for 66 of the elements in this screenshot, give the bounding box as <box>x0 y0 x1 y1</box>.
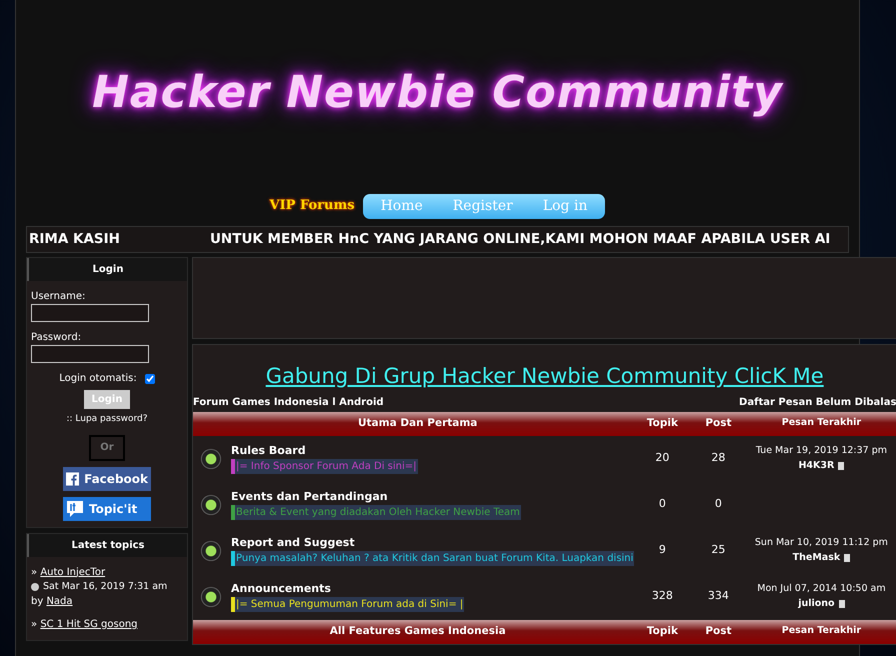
forum-title[interactable]: Announcements <box>231 580 464 598</box>
site-logo: Hacker Newbie Community <box>92 66 783 120</box>
vip-forums-link[interactable]: VIP Forums <box>270 196 355 216</box>
f-logo-icon <box>66 470 80 488</box>
document-icon[interactable] <box>844 554 850 562</box>
topic-count: 9 <box>658 543 666 556</box>
marquee-text: UNTUK MEMBER HnC YANG JARANG ONLINE,KAMI MOHON MAAF APABILA USER AI <box>210 230 830 250</box>
column-header: Post <box>705 624 732 637</box>
last-post-date: Mon Jul 07, 2014 10:50 am <box>756 582 887 596</box>
forum-description: Berita & Event yang diadakan Oleh Hacker Newbie Team <box>231 505 521 520</box>
speech-bubble-icon <box>66 500 84 518</box>
status-icon <box>201 540 221 560</box>
last-post-author[interactable]: H4K3R <box>798 458 834 473</box>
unanswered-link[interactable]: Daftar Pesan Belum Dibalas <box>739 394 896 410</box>
status-icon <box>201 448 221 468</box>
checkbox-label: Login otomatis: <box>59 372 137 386</box>
last-post-date: Sun Mar 10, 2019 11:12 pm <box>754 536 889 550</box>
or-divider-label: Or <box>89 434 125 460</box>
topic-count: 20 <box>655 451 670 464</box>
post-count: 334 <box>708 589 729 602</box>
topicit-button[interactable]: Topic'it <box>63 496 151 520</box>
column-header: Post <box>705 416 732 429</box>
panel-title: Latest topics <box>27 534 187 556</box>
field-label: Password: <box>31 331 82 345</box>
post-count: 28 <box>711 451 726 464</box>
bullet-mark: » <box>31 566 38 578</box>
topic-count: 0 <box>658 497 666 510</box>
topic-link[interactable]: SC 1 Hit SG gosong <box>40 618 138 630</box>
column-header: Pesan Terakhir <box>782 417 862 428</box>
column-header: Pesan Terakhir <box>782 625 862 636</box>
bullet-mark: » <box>31 618 38 630</box>
last-post-author[interactable]: TheMask <box>792 550 840 565</box>
author-link[interactable]: Nada <box>46 596 73 607</box>
remember-checkbox[interactable] <box>144 374 155 384</box>
forum-description: |= Info Sponsor Forum Ada Di sini=| <box>231 459 418 474</box>
forum-description: Punya masalah? Keluhan ? ata Kritik dan Saran buat Forum Kita. Luapkan disini <box>231 551 634 566</box>
topic-link[interactable]: Auto InjecTor <box>40 566 106 578</box>
document-icon[interactable] <box>838 600 845 608</box>
field-label: Username: <box>31 290 86 304</box>
column-header: Topik <box>646 624 678 637</box>
topic-count: 328 <box>652 589 673 602</box>
forgot-password-link[interactable]: :: Lupa password? <box>31 413 183 426</box>
status-icon <box>201 494 221 514</box>
username-field[interactable] <box>31 304 149 322</box>
facebook-button[interactable]: Facebook <box>63 466 151 490</box>
panel-title: Login <box>27 258 187 281</box>
forum-description: |= Semua Pengumuman Forum ada di Sini= | <box>231 597 464 612</box>
forum-title[interactable]: Events dan Pertandingan <box>231 488 521 506</box>
post-count: 0 <box>714 497 722 510</box>
status-icon <box>201 586 221 606</box>
marquee-text: RIMA KASIH <box>29 230 120 250</box>
column-header: Topik <box>646 416 678 429</box>
banner-link[interactable]: Gabung Di Grup Hacker Newbie Community ClicK Me <box>266 364 824 388</box>
last-post-date: Tue Mar 19, 2019 12:37 pm <box>754 444 888 458</box>
last-post-author[interactable]: juliono <box>798 596 835 611</box>
password-field[interactable] <box>31 345 149 363</box>
clock-icon <box>31 582 39 591</box>
post-count: 25 <box>711 543 726 556</box>
document-icon[interactable] <box>838 462 844 470</box>
by-label: by <box>31 596 44 607</box>
forum-title[interactable]: Rules Board <box>231 442 418 460</box>
category-title[interactable]: Utama Dan Pertama <box>358 416 478 432</box>
breadcrumb-link[interactable]: Forum Games Indonesia l Android <box>193 394 384 410</box>
category-title[interactable]: All Features Games Indonesia <box>330 624 506 640</box>
topic-date: Sat Mar 16, 2019 7:31 am <box>43 580 168 594</box>
forum-title[interactable]: Report and Suggest <box>231 534 634 552</box>
